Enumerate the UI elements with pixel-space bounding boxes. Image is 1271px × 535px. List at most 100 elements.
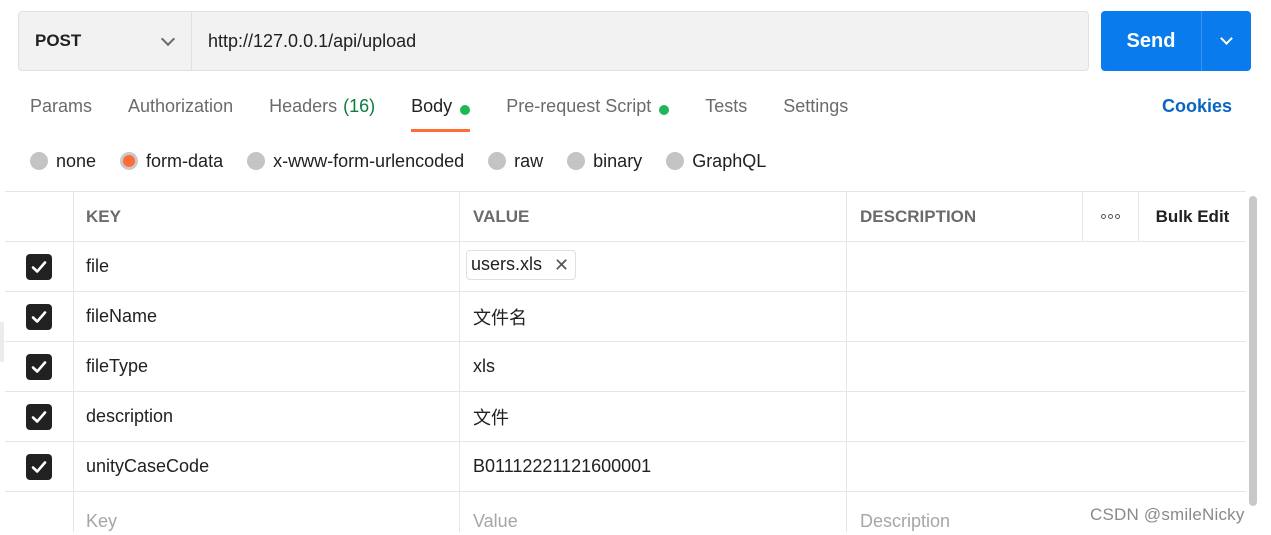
column-header-key: KEY — [74, 192, 460, 241]
table-row: fileName 文件名 — [5, 292, 1246, 342]
description-field[interactable] — [847, 292, 1246, 341]
send-options-button[interactable] — [1202, 11, 1251, 71]
chevron-down-icon — [1220, 32, 1233, 45]
row-checkbox[interactable] — [26, 303, 52, 330]
radio-raw[interactable]: raw — [488, 151, 543, 172]
status-dot-icon — [460, 105, 471, 115]
description-field[interactable] — [847, 392, 1246, 441]
tab-pre-request-script[interactable]: Pre-request Script — [506, 92, 670, 132]
check-cell — [5, 242, 74, 291]
close-icon[interactable]: ✕ — [554, 256, 569, 274]
value-field[interactable]: 文件 — [460, 392, 847, 441]
check-cell — [5, 492, 74, 532]
radio-graphql[interactable]: GraphQL — [666, 151, 766, 172]
tab-authorization[interactable]: Authorization — [128, 92, 233, 132]
radio-binary[interactable]: binary — [567, 151, 642, 172]
header-check-cell — [5, 192, 74, 241]
radio-icon — [30, 152, 48, 170]
radio-label: x-www-form-urlencoded — [273, 150, 465, 171]
send-button[interactable]: Send — [1101, 11, 1201, 71]
tab-headers[interactable]: Headers (16) — [269, 92, 375, 132]
vertical-scrollbar[interactable] — [1249, 196, 1257, 506]
tab-label: Tests — [705, 96, 748, 116]
radio-label: raw — [514, 150, 544, 171]
table-row: description 文件 — [5, 392, 1246, 442]
headers-count: (16) — [343, 96, 376, 116]
tab-body[interactable]: Body — [411, 92, 471, 132]
chevron-down-icon — [160, 31, 176, 46]
file-name: users.xls — [471, 254, 543, 274]
request-tabs: Params Authorization Headers (16) Body Pr… — [30, 92, 884, 132]
table-row: file users.xls ✕ — [5, 242, 1246, 292]
check-cell — [5, 292, 74, 341]
new-row: Key Value Description — [5, 492, 1246, 532]
radio-label: form-data — [146, 150, 224, 171]
url-input[interactable] — [192, 12, 1088, 70]
tab-label: Pre-request Script — [506, 96, 652, 116]
tab-label: Authorization — [128, 96, 234, 116]
new-value-field[interactable]: Value — [460, 492, 847, 532]
file-chip[interactable]: users.xls ✕ — [466, 249, 577, 280]
radio-icon — [247, 152, 266, 170]
description-field[interactable] — [847, 442, 1246, 491]
status-dot-icon — [659, 105, 670, 115]
method-select[interactable]: POST — [19, 12, 192, 70]
key-field[interactable]: file — [74, 242, 460, 291]
more-options-button[interactable] — [1083, 192, 1139, 241]
radio-x-www-form-urlencoded[interactable]: x-www-form-urlencoded — [247, 151, 464, 172]
radio-icon — [666, 152, 685, 170]
body-type-radios: none form-data x-www-form-urlencoded raw… — [30, 148, 790, 174]
cookies-link[interactable]: Cookies — [1162, 96, 1232, 117]
tab-label: Body — [411, 96, 453, 116]
value-field[interactable]: 文件名 — [460, 292, 847, 341]
check-icon — [31, 310, 47, 323]
description-field[interactable] — [847, 342, 1246, 391]
tab-params[interactable]: Params — [30, 92, 92, 132]
column-header-value: VALUE — [460, 192, 847, 241]
radio-none[interactable]: none — [30, 151, 96, 172]
row-checkbox[interactable] — [26, 453, 52, 480]
check-cell — [5, 392, 74, 441]
method-label: POST — [35, 31, 82, 50]
key-field[interactable]: unityCaseCode — [74, 442, 460, 491]
check-icon — [31, 360, 47, 373]
tab-label: Settings — [783, 96, 849, 116]
tab-tests[interactable]: Tests — [705, 92, 747, 132]
radio-label: GraphQL — [692, 150, 767, 171]
row-checkbox[interactable] — [26, 403, 52, 430]
radio-selected-icon — [120, 152, 139, 170]
row-checkbox[interactable] — [26, 353, 52, 380]
tab-label: Headers — [269, 96, 338, 116]
key-field[interactable]: fileType — [74, 342, 460, 391]
tab-settings[interactable]: Settings — [783, 92, 848, 132]
tab-label: Params — [30, 96, 93, 116]
value-field[interactable]: B01112221121600001 — [460, 442, 847, 491]
check-icon — [31, 410, 47, 423]
check-cell — [5, 342, 74, 391]
side-edge — [0, 322, 4, 362]
ellipsis-icon — [1101, 214, 1120, 219]
key-field[interactable]: fileName — [74, 292, 460, 341]
table-row: unityCaseCode B01112221121600001 — [5, 442, 1246, 492]
form-data-table: KEY VALUE DESCRIPTION Bulk Edit file use… — [5, 191, 1246, 532]
radio-label: none — [56, 150, 97, 171]
radio-icon — [567, 152, 586, 170]
table-header-row: KEY VALUE DESCRIPTION Bulk Edit — [5, 192, 1246, 242]
request-bar: POST — [18, 11, 1089, 71]
check-cell — [5, 442, 74, 491]
check-icon — [31, 260, 47, 273]
check-icon — [31, 460, 47, 473]
bulk-edit-button[interactable]: Bulk Edit — [1139, 192, 1246, 241]
value-field[interactable]: xls — [460, 342, 847, 391]
key-field[interactable]: description — [74, 392, 460, 441]
table-row: fileType xls — [5, 342, 1246, 392]
new-key-field[interactable]: Key — [74, 492, 460, 532]
row-checkbox[interactable] — [26, 253, 52, 280]
radio-icon — [488, 152, 507, 170]
value-field[interactable]: users.xls ✕ — [460, 242, 847, 291]
send-button-group: Send — [1101, 11, 1251, 71]
watermark: CSDN @smileNicky — [1090, 505, 1245, 524]
description-field[interactable] — [847, 242, 1246, 291]
radio-form-data[interactable]: form-data — [120, 151, 223, 172]
radio-label: binary — [593, 150, 643, 171]
